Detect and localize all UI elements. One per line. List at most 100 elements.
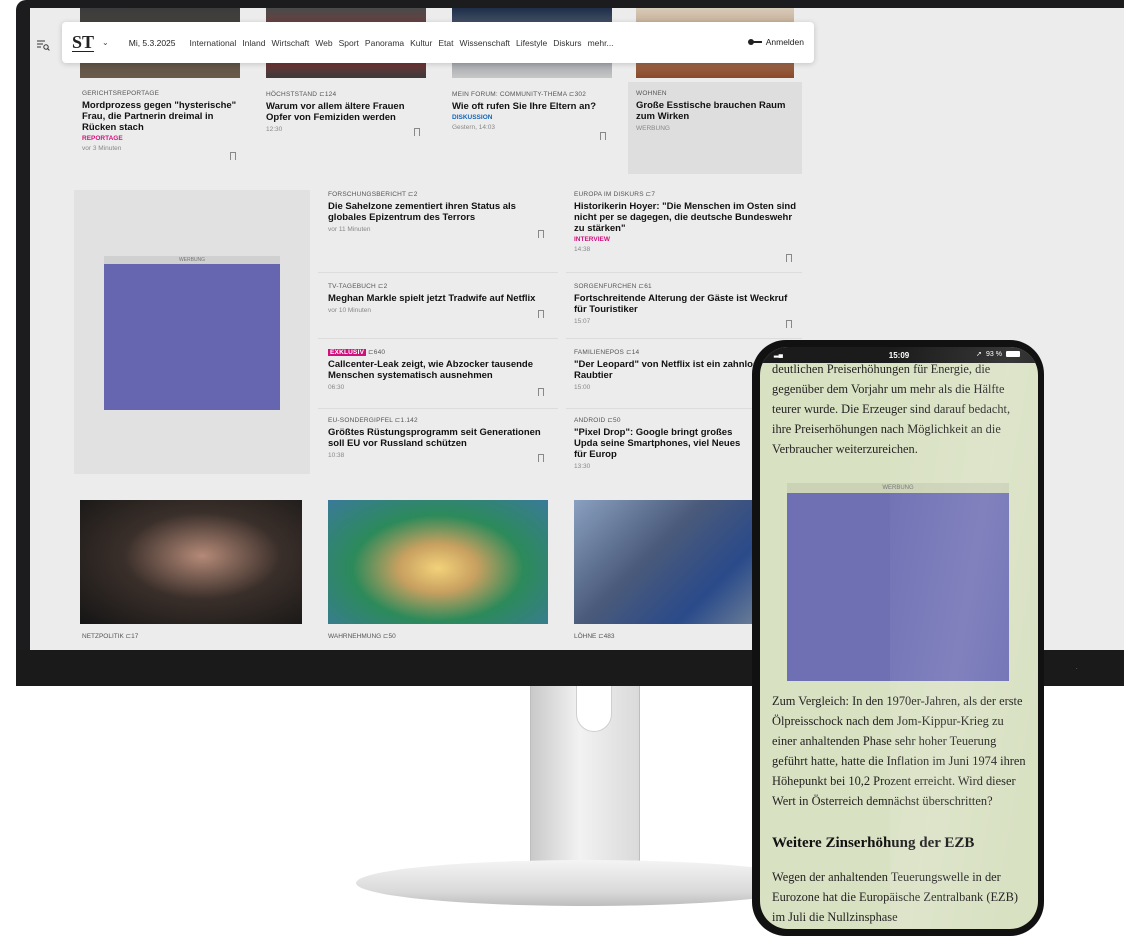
article-card[interactable]: FORSCHUNGSBERICHT ⊏2 Die Sahelzone zemen… bbox=[328, 190, 550, 238]
bookmark-icon[interactable] bbox=[230, 152, 236, 160]
article-card[interactable]: HÖCHSTSTAND ⊏124 Warum vor allem ältere … bbox=[266, 90, 426, 136]
article-headline[interactable]: Warum vor allem ältere Frauen Opfer von … bbox=[266, 101, 426, 123]
article-kicker: TV-TAGEBUCH ⊏2 bbox=[328, 283, 388, 290]
bookmark-icon[interactable] bbox=[786, 254, 792, 262]
article-card[interactable]: FAMILIENEPOS ⊏14 "Der Leopard" von Netfl… bbox=[574, 348, 764, 391]
nav-item-wissenschaft[interactable]: Wissenschaft bbox=[459, 38, 510, 48]
article-headline[interactable]: Mordprozess gegen "hysterische" Frau, di… bbox=[82, 100, 242, 133]
chevron-down-icon[interactable]: ⌄ bbox=[102, 38, 109, 47]
article-card[interactable]: GERICHTSREPORTAGE Mordprozess gegen "hys… bbox=[82, 90, 242, 160]
article-headline[interactable]: "Der Leopard" von Netflix ist ein zahnlo… bbox=[574, 359, 764, 381]
login-label: Anmelden bbox=[765, 37, 804, 47]
article-time: 06:30 bbox=[328, 384, 345, 391]
login-button[interactable]: Anmelden bbox=[747, 37, 804, 47]
article-headline[interactable]: Callcenter-Leak zeigt, wie Abzocker taus… bbox=[328, 359, 550, 381]
article-kicker: EU-SONDERGIPFEL ⊏1.142 bbox=[328, 417, 418, 424]
article-kicker: LÖHNE ⊏483 bbox=[574, 633, 615, 640]
smartphone-screen: ▂▄ 15:09 ➚ 93 % deutlichen Preiserhöhung… bbox=[760, 347, 1038, 929]
article-time: vor 11 Minuten bbox=[328, 226, 371, 233]
ad-banner[interactable] bbox=[787, 493, 1009, 681]
article-kicker: WOHNEN bbox=[636, 90, 667, 97]
article-headline[interactable]: Größtes Rüstungsprogramm seit Generation… bbox=[328, 427, 550, 449]
nav-item-wirtschaft[interactable]: Wirtschaft bbox=[271, 38, 309, 48]
article-image[interactable] bbox=[574, 500, 774, 624]
nav-item-etat[interactable]: Etat bbox=[438, 38, 453, 48]
article-time: vor 10 Minuten bbox=[328, 307, 371, 314]
article-kicker: EUROPA IM DISKURS ⊏7 bbox=[574, 191, 656, 198]
bookmark-icon[interactable] bbox=[538, 388, 544, 396]
bookmark-icon[interactable] bbox=[786, 320, 792, 328]
article-headline[interactable]: Historikerin Hoyer: "Die Menschen im Ost… bbox=[574, 201, 798, 234]
article-card[interactable]: EU-SONDERGIPFEL ⊏1.142 Größtes Rüstungsp… bbox=[328, 416, 550, 462]
ad-label: WERBUNG bbox=[636, 125, 670, 132]
location-icon: ➚ bbox=[976, 351, 983, 358]
nav-item-web[interactable]: Web bbox=[315, 38, 332, 48]
bookmark-icon[interactable] bbox=[538, 454, 544, 462]
article-kicker: MEIN FORUM: COMMUNITY-THEMA ⊏302 bbox=[452, 91, 587, 98]
article-card[interactable]: EXKLUSIV ⊏640 Callcenter-Leak zeigt, wie… bbox=[328, 348, 550, 396]
stand-cable-hole bbox=[576, 686, 612, 732]
ad-label: WERBUNG bbox=[787, 483, 1009, 493]
article-time: 15:00 bbox=[574, 384, 591, 391]
ad-banner[interactable] bbox=[104, 264, 280, 410]
article-kicker: EXKLUSIV ⊏640 bbox=[328, 348, 550, 356]
bookmark-icon[interactable] bbox=[414, 128, 420, 136]
article-kicker: GERICHTSREPORTAGE bbox=[82, 90, 160, 97]
article-headline[interactable]: Wie oft rufen Sie Ihre Eltern an? bbox=[452, 101, 612, 112]
article-headline[interactable]: Die Sahelzone zementiert ihren Status al… bbox=[328, 201, 550, 223]
divider bbox=[566, 272, 802, 273]
article-image[interactable] bbox=[80, 500, 302, 624]
article-subheading: Weitere Zinserhöhung der EZB bbox=[772, 835, 975, 851]
article-time: 14:38 bbox=[574, 246, 591, 253]
article-headline[interactable]: "Pixel Drop": Google bringt großes Upda … bbox=[574, 427, 754, 460]
ad-label: WERBUNG bbox=[104, 256, 280, 264]
key-icon bbox=[747, 39, 762, 45]
menu-search-icon[interactable] bbox=[36, 38, 50, 52]
article-kicker: HÖCHSTSTAND ⊏124 bbox=[266, 91, 337, 98]
article-paragraph: Wegen der anhaltenden Teuerungswelle in … bbox=[772, 870, 1018, 924]
nav-item-lifestyle[interactable]: Lifestyle bbox=[516, 38, 547, 48]
article-paragraph: Zum Vergleich: In den 1970er-Jahren, als… bbox=[772, 694, 1026, 808]
bookmark-icon[interactable] bbox=[600, 132, 606, 140]
article-headline[interactable]: Fortschreitende Alterung der Gäste ist W… bbox=[574, 293, 798, 315]
nav-item-panorama[interactable]: Panorama bbox=[365, 38, 404, 48]
bookmark-icon[interactable] bbox=[538, 230, 544, 238]
nav-item-sport[interactable]: Sport bbox=[339, 38, 359, 48]
article-headline[interactable]: Große Esstische brauchen Raum zum Wirken bbox=[636, 100, 796, 122]
article-card[interactable]: MEIN FORUM: COMMUNITY-THEMA ⊏302 Wie oft… bbox=[452, 90, 612, 140]
article-time: vor 3 Minuten bbox=[82, 145, 122, 152]
article-headline[interactable]: Meghan Markle spielt jetzt Tradwife auf … bbox=[328, 293, 550, 304]
article-time: 12:30 bbox=[266, 126, 283, 133]
nav-item-diskurs[interactable]: Diskurs bbox=[553, 38, 581, 48]
exclusive-badge: EXKLUSIV bbox=[328, 349, 367, 356]
divider bbox=[566, 408, 756, 409]
battery-percent: 93 % bbox=[986, 350, 1002, 358]
article-kicker: WAHRNEHMUNG ⊏50 bbox=[328, 633, 396, 640]
article-card[interactable]: TV-TAGEBUCH ⊏2 Meghan Markle spielt jetz… bbox=[328, 282, 550, 318]
article-image[interactable] bbox=[328, 500, 548, 624]
article-paragraph: deutlichen Preiserhöhungen für Energie, … bbox=[772, 362, 1011, 456]
article-kicker: ANDROID ⊏50 bbox=[574, 417, 621, 424]
article-card[interactable]: EUROPA IM DISKURS ⊏7 Historikerin Hoyer:… bbox=[574, 190, 798, 262]
sponsored-card[interactable]: WOHNEN Große Esstische brauchen Raum zum… bbox=[636, 90, 796, 132]
article-kicker: SORGENFURCHEN ⊏61 bbox=[574, 283, 652, 290]
top-navigation: ST ⌄ Mi, 5.3.2025 International Inland W… bbox=[62, 22, 814, 63]
site-logo[interactable]: ST bbox=[72, 32, 94, 53]
nav-item-international[interactable]: International bbox=[190, 38, 237, 48]
article-time: 10:38 bbox=[328, 452, 345, 459]
nav-item-inland[interactable]: Inland bbox=[242, 38, 265, 48]
nav-item-kultur[interactable]: Kultur bbox=[410, 38, 432, 48]
article-tag: REPORTAGE bbox=[82, 135, 123, 142]
nav-item-more[interactable]: mehr... bbox=[588, 38, 614, 48]
article-card[interactable]: SORGENFURCHEN ⊏61 Fortschreitende Alteru… bbox=[574, 282, 798, 328]
signal-icon: ▂▄ bbox=[774, 352, 783, 358]
article-tag: DISKUSSION bbox=[452, 114, 493, 121]
divider bbox=[318, 408, 558, 409]
battery-icon bbox=[1006, 351, 1020, 357]
bookmark-icon[interactable] bbox=[538, 310, 544, 318]
article-card[interactable]: ANDROID ⊏50 "Pixel Drop": Google bringt … bbox=[574, 416, 754, 470]
article-time: 13:30 bbox=[574, 463, 591, 470]
product-mockup: · · · ST ⌄ Mi, 5.3.2025 International In… bbox=[0, 0, 1124, 937]
article-time: Gestern, 14:03 bbox=[452, 124, 495, 131]
comment-count: ⊏640 bbox=[368, 349, 386, 356]
